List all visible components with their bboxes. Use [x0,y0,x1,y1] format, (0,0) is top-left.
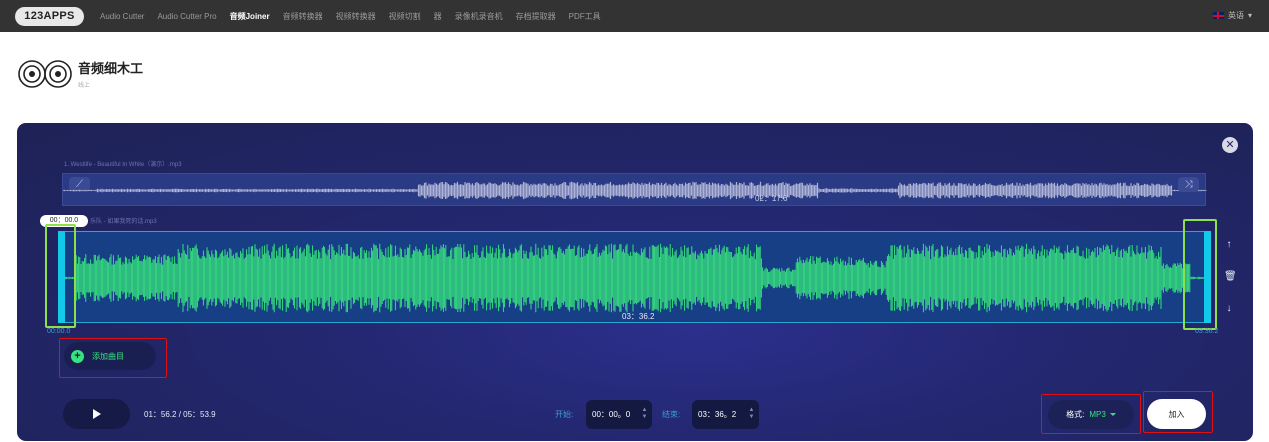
shuffle-icon[interactable]: ⤨ [1178,177,1199,192]
nav-menu: Audio Cutter Audio Cutter Pro 音频Joiner 音频转换… [100,11,614,22]
stepper-icon[interactable]: ▲ ▼ [748,407,755,421]
nav-item[interactable]: Audio Cutter Pro [157,12,216,21]
join-highlight [1143,391,1213,433]
language-label: 英语 [1227,11,1244,20]
start-time-input[interactable]: 00：00。0 ▲ ▼ [586,400,652,429]
track-1-waveform[interactable]: ⟋ ⤨ 02：17.6 [62,173,1207,206]
track-end-time: 03:36.2 [1195,328,1219,335]
format-highlight [1041,394,1141,434]
nav-item[interactable]: 音频Joiner [230,11,270,22]
end-label: 结束: [662,410,681,419]
move-up-icon[interactable]: ↑ [1224,238,1234,252]
end-time-value: 03：36。2 [698,410,737,419]
track-1-duration: 02：17.6 [755,194,788,203]
language-selector[interactable]: 英语 ▾ [1212,10,1252,21]
track-2-duration: 03：36.2 [622,312,655,321]
play-button[interactable] [63,399,130,429]
playback-time: 01：56.2 / 05：53.9 [144,410,216,419]
top-nav-bar: 123APPS Audio Cutter Audio Cutter Pro 音频Jo… [0,0,1269,32]
track-2-waveform[interactable]: 03：36.2 [62,231,1208,323]
site-logo[interactable]: 123APPS [15,6,84,26]
nav-item[interactable]: 音频转换器 [283,11,323,22]
nav-item[interactable]: 视频切割 [389,11,421,22]
nav-item[interactable]: PDF工具 [569,11,601,22]
nav-item[interactable]: 录像机录音机 [455,11,503,22]
nav-item[interactable]: 视频转换器 [336,11,376,22]
play-icon [92,409,101,419]
app-title: 音频细木工 [78,61,144,76]
nav-item[interactable]: 存档提取器 [516,11,556,22]
track-start-time: 00:00.0 [47,328,71,335]
uk-flag-icon [1212,12,1224,19]
nav-item[interactable]: 器 [434,11,442,22]
vinyl-records-icon [18,59,72,88]
nav-item[interactable]: Audio Cutter [100,12,144,21]
start-label: 开始: [555,410,574,419]
app-subtitle: 线上 [78,83,91,89]
track-1-filename: 1. Westlife - Beautiful In White（演示）.mp3 [64,162,182,168]
add-track-highlight [59,338,167,378]
app-brand: 音频细木工 线上 [17,58,143,89]
end-handle-highlight [1183,219,1217,330]
track-1-wave-graphic [63,181,1207,200]
track-2-filename: 乐队 - 如果我死的话.mp3 [90,219,157,225]
close-icon[interactable]: ✕ [1222,137,1238,153]
end-time-input[interactable]: 03：36。2 ▲ ▼ [692,400,759,429]
move-down-icon[interactable]: ↓ [1224,302,1234,316]
stepper-icon[interactable]: ▲ ▼ [641,407,648,421]
chevron-down-icon: ▾ [1247,11,1252,20]
start-handle-highlight [45,224,76,328]
trash-icon[interactable]: 🗑 [1224,270,1237,284]
start-time-value: 00：00。0 [592,410,631,419]
